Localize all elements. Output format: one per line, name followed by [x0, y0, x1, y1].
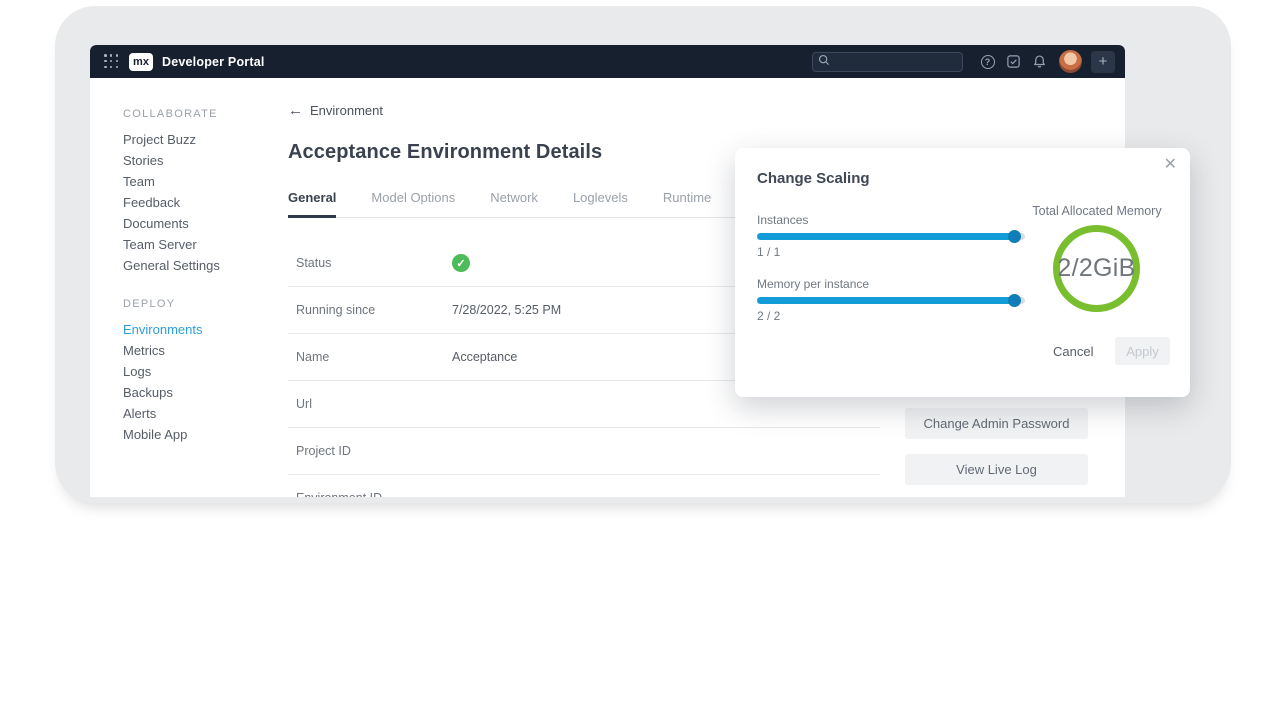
tab-general[interactable]: General	[288, 190, 337, 218]
section-title-deploy: DEPLOY	[123, 298, 176, 310]
total-memory-value: 2/2GiB	[1057, 254, 1136, 282]
back-arrow-icon: ←	[288, 102, 303, 119]
user-avatar[interactable]	[1059, 50, 1082, 73]
back-link-label: Environment	[310, 103, 383, 118]
row-label: Running since	[296, 303, 376, 317]
sidebar-item-logs[interactable]: Logs	[123, 361, 288, 382]
sidebar-section-collaborate: COLLABORATE Project Buzz Stories Team Fe…	[123, 108, 288, 276]
slider-fill	[757, 297, 1015, 304]
mendix-logo[interactable]: mx	[129, 52, 153, 71]
sidebar-item-stories[interactable]: Stories	[123, 150, 288, 171]
instances-slider-group: Instances 1 / 1	[757, 213, 1025, 259]
modal-title: Change Scaling	[757, 170, 870, 187]
tab-loglevels[interactable]: Loglevels	[573, 190, 628, 217]
search-box[interactable]	[812, 51, 963, 72]
row-label: Url	[296, 397, 312, 411]
instances-slider[interactable]	[757, 230, 1025, 243]
tab-network[interactable]: Network	[490, 190, 538, 217]
row-label: Environment ID	[288, 491, 452, 497]
close-icon[interactable]: ✕	[1164, 155, 1177, 175]
sidebar-item-feedback[interactable]: Feedback	[123, 192, 288, 213]
table-row-project-id: Project ID	[288, 428, 880, 475]
environment-actions: Change Admin Password View Live Log	[905, 408, 1088, 497]
search-icon	[813, 53, 830, 71]
sidebar-section-deploy: DEPLOY Environments Metrics Logs Backups…	[123, 298, 288, 445]
row-label: Status	[296, 256, 332, 270]
sidebar-item-metrics[interactable]: Metrics	[123, 340, 288, 361]
tasks-icon[interactable]	[1005, 53, 1022, 70]
top-navbar: mx Developer Portal ? +	[90, 45, 1125, 78]
memory-slider-group: Memory per instance 2 / 2	[757, 277, 1025, 323]
sidebar-item-mobile-app[interactable]: Mobile App	[123, 424, 288, 445]
add-button[interactable]: +	[1091, 50, 1115, 73]
back-link-environment[interactable]: ← Environment	[288, 103, 383, 118]
app-grid-icon[interactable]	[104, 54, 119, 69]
table-row-environment-id: Environment ID	[288, 475, 880, 497]
view-live-log-button[interactable]: View Live Log	[905, 454, 1088, 485]
status-ok-icon: ✓	[452, 254, 470, 272]
instances-slider-thumb[interactable]	[1008, 230, 1021, 243]
notifications-bell-icon[interactable]	[1031, 53, 1048, 70]
sidebar-item-backups[interactable]: Backups	[123, 382, 288, 403]
instances-label: Instances	[757, 213, 809, 227]
instances-value: 1 / 1	[757, 245, 781, 259]
tab-model-options[interactable]: Model Options	[371, 190, 455, 217]
sidebar-item-project-buzz[interactable]: Project Buzz	[123, 129, 288, 150]
sidebar-item-environments[interactable]: Environments	[123, 319, 288, 340]
memory-slider[interactable]	[757, 294, 1025, 307]
memory-value: 2 / 2	[757, 309, 781, 323]
sidebar-item-team[interactable]: Team	[123, 171, 288, 192]
brand-title: Developer Portal	[162, 54, 265, 69]
tab-runtime[interactable]: Runtime	[663, 190, 711, 217]
total-allocated-memory-label: Total Allocated Memory	[1032, 204, 1162, 218]
sidebar-item-team-server[interactable]: Team Server	[123, 234, 288, 255]
row-value: Acceptance	[452, 350, 518, 364]
memory-slider-thumb[interactable]	[1008, 294, 1021, 307]
row-label: Project ID	[296, 444, 351, 458]
sidebar-item-documents[interactable]: Documents	[123, 213, 288, 234]
change-admin-password-button[interactable]: Change Admin Password	[905, 408, 1088, 439]
cancel-button[interactable]: Cancel	[1053, 344, 1093, 359]
row-value: 7/28/2022, 5:25 PM	[452, 303, 562, 317]
change-scaling-modal: ✕ Change Scaling Instances 1 / 1 Memory …	[735, 148, 1190, 397]
screenshot-stage: mx Developer Portal ? + COLLABORATE Proj…	[0, 0, 1280, 720]
sidebar-item-general-settings[interactable]: General Settings	[123, 255, 288, 276]
sidebar-item-alerts[interactable]: Alerts	[123, 403, 288, 424]
apply-button[interactable]: Apply	[1115, 337, 1170, 365]
slider-fill	[757, 233, 1015, 240]
search-input[interactable]	[830, 55, 948, 68]
section-title-collaborate: COLLABORATE	[123, 108, 218, 120]
row-label: Name	[296, 350, 330, 364]
memory-per-instance-label: Memory per instance	[757, 277, 870, 291]
sidebar: COLLABORATE Project Buzz Stories Team Fe…	[90, 78, 288, 497]
help-icon[interactable]: ?	[979, 53, 996, 70]
total-memory-ring: 2/2GiB	[1053, 225, 1140, 312]
